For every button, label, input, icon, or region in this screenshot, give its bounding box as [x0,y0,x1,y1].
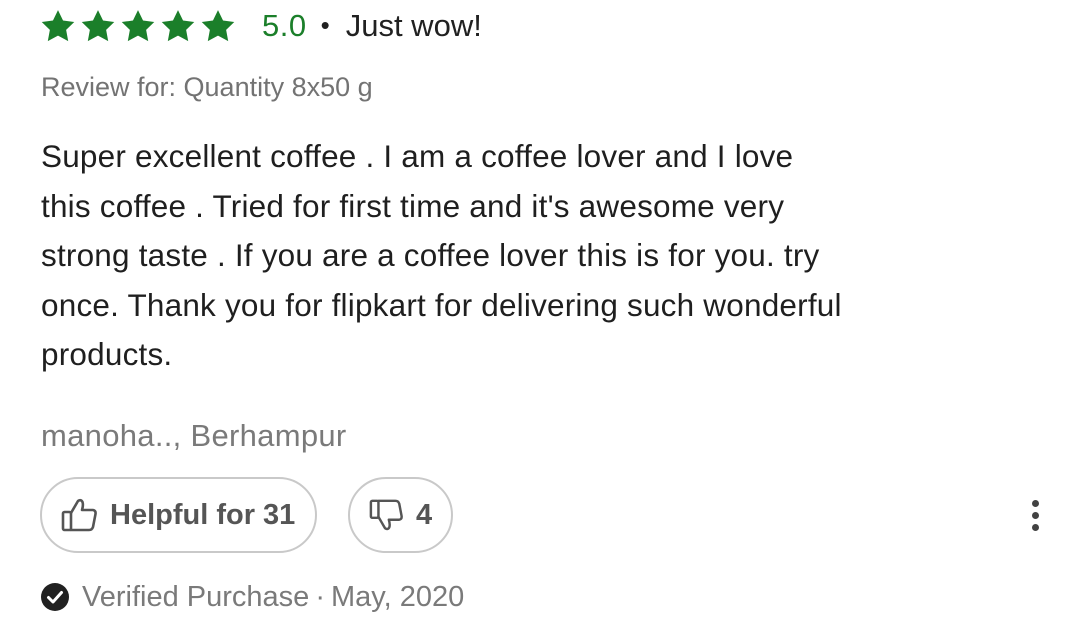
star-icon [80,9,116,43]
review-text: Super excellent coffee . I am a coffee l… [41,138,842,372]
review-title: Just wow! [345,8,482,43]
star-icon [40,9,76,43]
not-helpful-count: 4 [416,498,433,531]
review-date: May, 2020 [330,580,465,613]
rating-header: 5.0 • Just wow! [40,4,482,48]
helpful-button[interactable]: Helpful for 31 [40,477,317,553]
verified-separator: · [315,580,325,613]
star-icon [120,9,156,43]
star-rating [40,9,236,43]
verified-purchase: Verified Purchase · May, 2020 [40,577,464,617]
rating-separator: • [320,9,330,40]
star-icon [160,9,196,43]
review-variant: Review for: Quantity 8x50 g [41,72,373,102]
review-author: manoha.., Berhampur [41,418,347,453]
verified-label: Verified Purchase [82,580,310,613]
not-helpful-button[interactable]: 4 [348,477,453,553]
helpful-count-label: Helpful for 31 [110,498,296,531]
review-card: 5.0 • Just wow! Review for: Quantity 8x5… [0,0,1080,643]
rating-value: 5.0 [262,8,307,43]
thumbs-up-icon [60,497,98,533]
check-circle-icon [40,582,70,612]
more-vertical-icon[interactable] [1020,495,1050,535]
thumbs-down-icon [368,498,404,532]
star-icon [200,9,236,43]
